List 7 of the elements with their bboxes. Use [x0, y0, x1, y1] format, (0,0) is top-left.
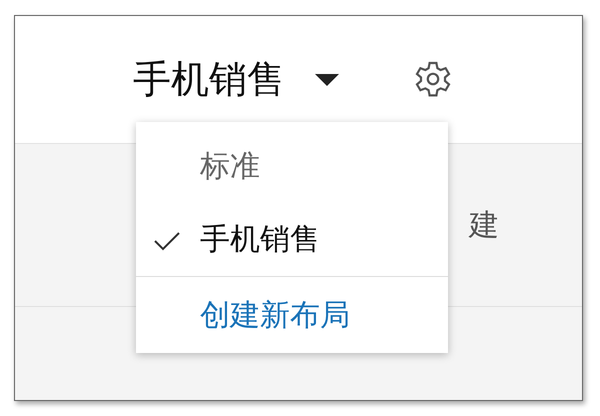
create-layout-link[interactable]: 创建新布局	[136, 277, 448, 353]
layout-dropdown[interactable]: 手机销售	[133, 54, 339, 105]
row-text: 建	[469, 206, 499, 244]
check-icon	[153, 230, 181, 252]
menu-item[interactable]: 标准	[136, 130, 448, 203]
menu-item[interactable]: 手机销售	[136, 203, 448, 276]
caret-icon	[315, 74, 339, 86]
